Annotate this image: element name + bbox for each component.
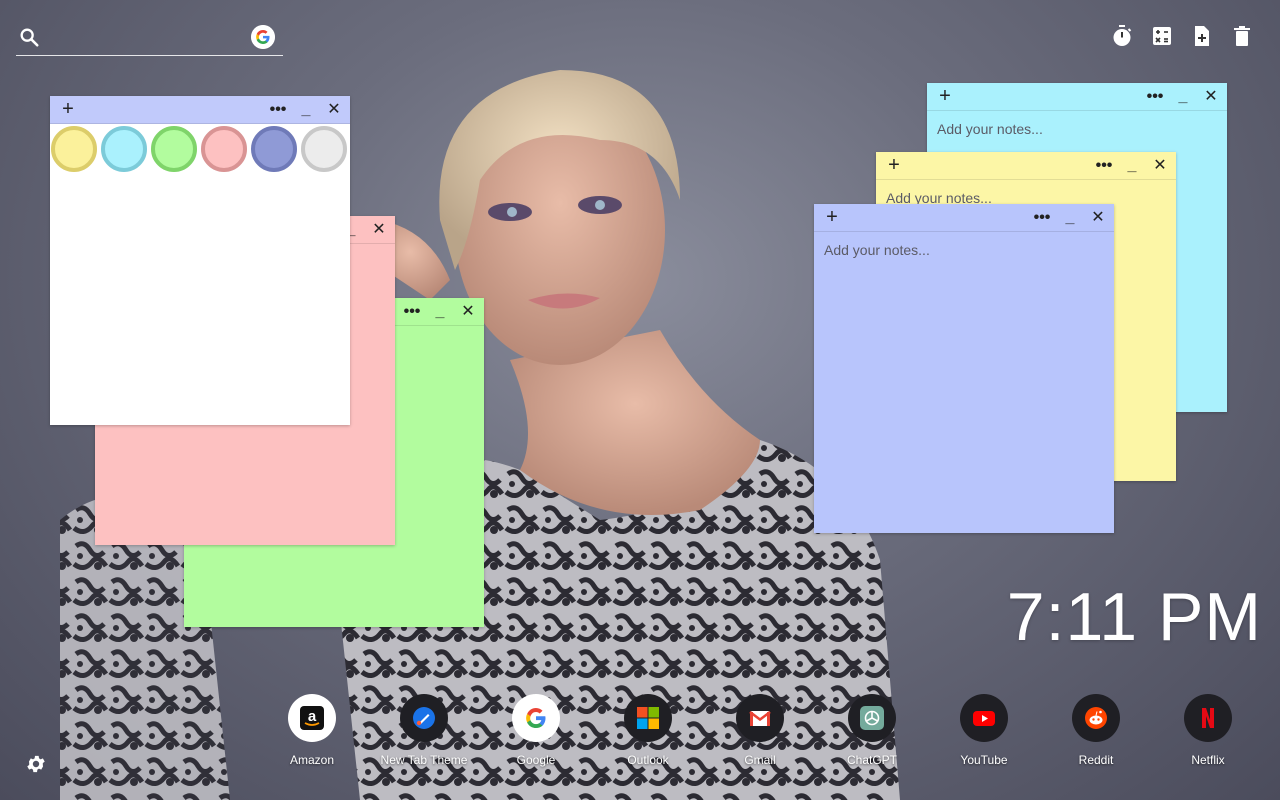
color-picker bbox=[50, 124, 350, 174]
note-text-area[interactable] bbox=[814, 232, 1114, 533]
shortcut-reddit[interactable]: Reddit bbox=[1040, 694, 1152, 767]
minimize-button[interactable]: _ bbox=[296, 100, 316, 120]
new-note-icon[interactable] bbox=[1190, 24, 1214, 48]
search-icon[interactable] bbox=[18, 26, 40, 48]
search-input[interactable] bbox=[52, 24, 242, 50]
note-header[interactable]: + ••• _ ✕ bbox=[814, 204, 1114, 232]
shortcuts-dock: a Amazon New Tab Theme Google Outlook Gm… bbox=[256, 694, 1264, 774]
close-button[interactable]: ✕ bbox=[1150, 156, 1170, 176]
shortcut-label: YouTube bbox=[960, 753, 1008, 767]
shortcut-label: New Tab Theme bbox=[380, 753, 468, 767]
close-button[interactable]: ✕ bbox=[1201, 87, 1221, 107]
close-button[interactable]: ✕ bbox=[458, 302, 478, 322]
gear-icon[interactable] bbox=[25, 753, 47, 775]
search-bar bbox=[16, 20, 283, 56]
minimize-button[interactable]: _ bbox=[1173, 87, 1193, 107]
trash-icon[interactable] bbox=[1230, 24, 1254, 48]
shortcut-new-tab-theme[interactable]: New Tab Theme bbox=[368, 694, 480, 767]
more-options-button[interactable]: ••• bbox=[1145, 87, 1165, 107]
more-options-button[interactable]: ••• bbox=[1032, 208, 1052, 228]
minimize-button[interactable]: _ bbox=[430, 302, 450, 322]
more-options-button[interactable]: ••• bbox=[402, 302, 422, 322]
netflix-icon bbox=[1202, 708, 1214, 728]
clock: 7:11 PM bbox=[1006, 579, 1262, 655]
add-note-button[interactable]: + bbox=[935, 86, 955, 107]
shortcut-label: Amazon bbox=[289, 753, 335, 767]
close-button[interactable]: ✕ bbox=[324, 100, 344, 120]
note-header[interactable]: + ••• _ ✕ bbox=[50, 96, 350, 124]
shortcut-outlook[interactable]: Outlook bbox=[592, 694, 704, 767]
new-tab-theme-icon bbox=[413, 707, 435, 729]
shortcut-label: Google bbox=[516, 753, 556, 767]
shortcut-amazon[interactable]: a Amazon bbox=[256, 694, 368, 767]
top-toolbar bbox=[1110, 24, 1254, 48]
shortcut-label: Netflix bbox=[1191, 753, 1225, 767]
shortcut-chatgpt[interactable]: ChatGPT bbox=[816, 694, 928, 767]
gmail-icon bbox=[749, 711, 771, 726]
note-header[interactable]: + ••• _ ✕ bbox=[927, 83, 1227, 111]
color-swatch-white[interactable] bbox=[301, 126, 347, 172]
shortcut-label: Reddit bbox=[1078, 753, 1114, 767]
minimize-button[interactable]: _ bbox=[1122, 156, 1142, 176]
reddit-icon bbox=[1085, 707, 1107, 729]
google-icon bbox=[526, 708, 546, 728]
color-swatch-yellow[interactable] bbox=[51, 126, 97, 172]
shortcut-gmail[interactable]: Gmail bbox=[704, 694, 816, 767]
more-options-button[interactable]: ••• bbox=[268, 100, 288, 120]
color-swatch-blue[interactable] bbox=[251, 126, 297, 172]
shortcut-netflix[interactable]: Netflix bbox=[1152, 694, 1264, 767]
shortcut-label: Outlook bbox=[627, 753, 669, 767]
more-options-button[interactable]: ••• bbox=[1094, 156, 1114, 176]
note-header[interactable]: + ••• _ ✕ bbox=[876, 152, 1176, 180]
svg-text:a: a bbox=[308, 708, 317, 725]
shortcut-label: Gmail bbox=[744, 753, 776, 767]
sticky-note-white[interactable]: + ••• _ ✕ bbox=[50, 96, 350, 425]
microsoft-icon bbox=[637, 707, 659, 729]
color-swatch-green[interactable] bbox=[151, 126, 197, 172]
add-note-button[interactable]: + bbox=[884, 155, 904, 176]
google-icon[interactable] bbox=[251, 25, 275, 49]
sticky-note-blue[interactable]: + ••• _ ✕ bbox=[814, 204, 1114, 533]
shortcut-youtube[interactable]: YouTube bbox=[928, 694, 1040, 767]
color-swatch-pink[interactable] bbox=[201, 126, 247, 172]
shortcut-label: ChatGPT bbox=[846, 753, 897, 767]
add-note-button[interactable]: + bbox=[58, 99, 78, 120]
calculator-icon[interactable] bbox=[1150, 24, 1174, 48]
minimize-button[interactable]: _ bbox=[1060, 208, 1080, 228]
add-note-button[interactable]: + bbox=[822, 207, 842, 228]
color-swatch-cyan[interactable] bbox=[101, 126, 147, 172]
amazon-icon: a bbox=[300, 706, 324, 730]
chatgpt-icon bbox=[860, 706, 884, 730]
close-button[interactable]: ✕ bbox=[369, 220, 389, 240]
youtube-icon bbox=[973, 711, 995, 726]
close-button[interactable]: ✕ bbox=[1088, 208, 1108, 228]
timer-icon[interactable] bbox=[1110, 24, 1134, 48]
shortcut-google[interactable]: Google bbox=[480, 694, 592, 767]
